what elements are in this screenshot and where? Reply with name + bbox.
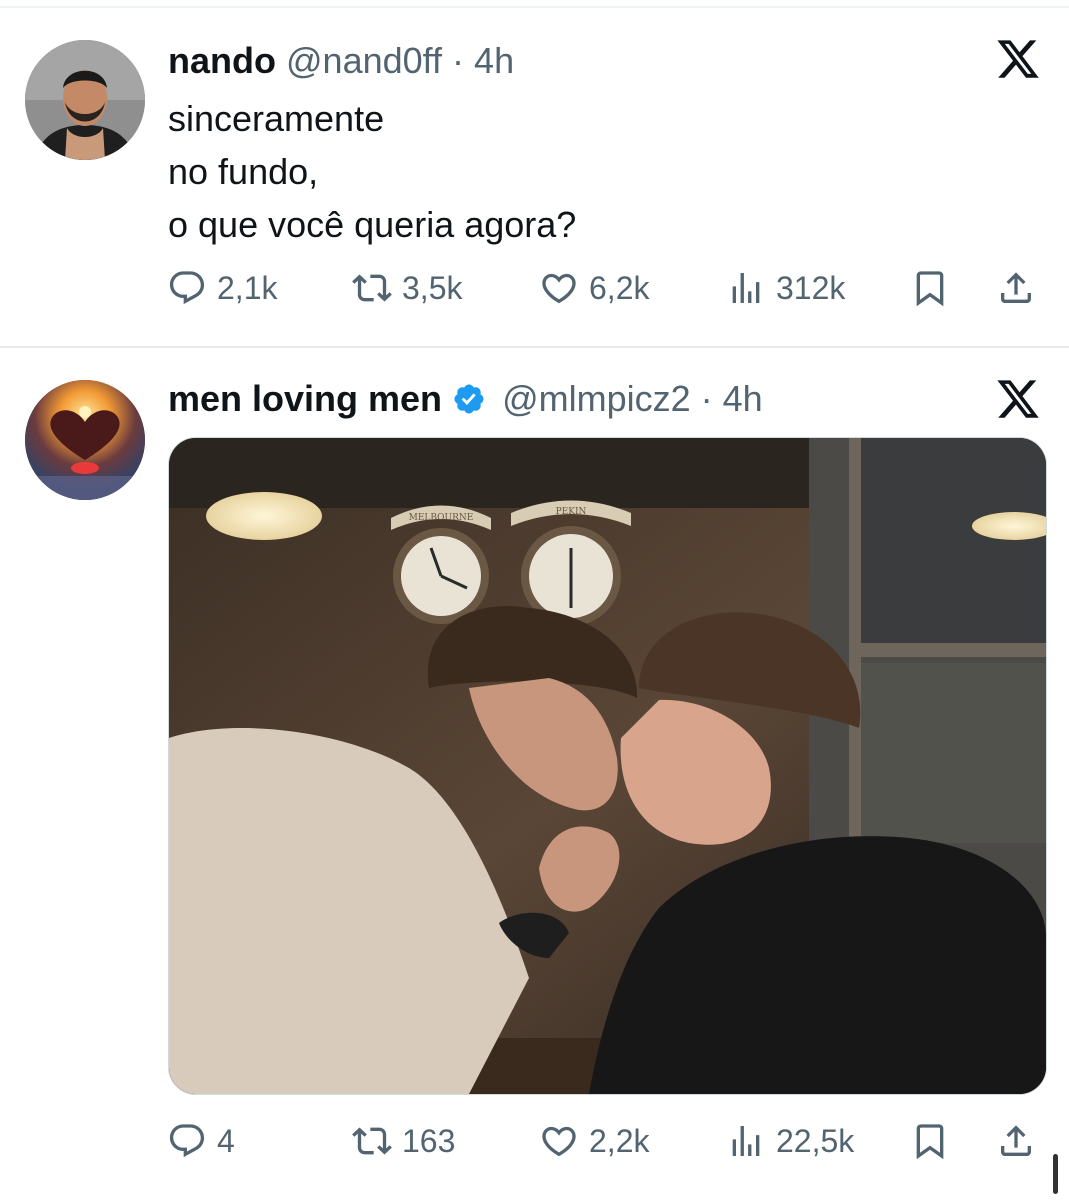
reply-icon (169, 271, 205, 305)
tweet-men-loving-men[interactable]: men loving men @mlmpicz2 · 4h MELBOURNE … (0, 348, 1069, 1200)
bookmark-icon (916, 1124, 944, 1160)
like-button[interactable]: 2,2k (539, 1116, 649, 1166)
scrollbar[interactable] (1053, 1154, 1058, 1194)
tweet-text-line: no fundo, (168, 151, 319, 192)
avatar[interactable] (25, 380, 145, 500)
share-icon (1001, 272, 1031, 303)
action-bar: 2,1k 3,5k 6,2k 312k (0, 263, 1069, 313)
reply-button[interactable]: 4 (167, 1116, 235, 1166)
share-button[interactable] (996, 263, 1036, 313)
tweet-media-photo[interactable]: MELBOURNE PEKIN (168, 437, 1047, 1095)
reply-icon (169, 1124, 205, 1158)
bookmark-button[interactable] (910, 263, 950, 313)
retweet-icon (352, 1127, 392, 1155)
share-icon (1001, 1125, 1031, 1156)
avatar[interactable] (25, 40, 145, 160)
retweet-count: 163 (402, 1122, 456, 1159)
bookmark-icon (916, 271, 944, 307)
views-icon (732, 273, 760, 303)
meta-separator: · (700, 378, 713, 419)
views-button[interactable]: 312k (726, 263, 845, 313)
share-button[interactable] (996, 1116, 1036, 1166)
author-handle[interactable]: @nand0ff (286, 40, 442, 81)
author-name[interactable]: men loving men (168, 378, 442, 419)
views-count: 22,5k (776, 1122, 855, 1159)
reply-button[interactable]: 2,1k (167, 263, 277, 313)
reply-count: 2,1k (217, 269, 278, 306)
photo-icon: MELBOURNE PEKIN (169, 438, 1046, 1094)
tweet-time[interactable]: 4h (723, 378, 763, 419)
clock-label: MELBOURNE (409, 513, 474, 523)
x-logo-icon (995, 36, 1041, 82)
heart-icon (542, 273, 576, 304)
reply-count: 4 (217, 1122, 235, 1159)
tweet-header: nando @nand0ff · 4h (168, 40, 514, 82)
x-logo-icon (995, 376, 1041, 422)
bookmark-button[interactable] (910, 1116, 950, 1166)
verified-badge-icon (452, 382, 486, 416)
author-handle[interactable]: @mlmpicz2 (502, 378, 691, 419)
tweet-text-line: o que você queria agora? (168, 204, 577, 245)
meta-separator: · (452, 40, 465, 81)
tweet-time[interactable]: 4h (474, 40, 514, 81)
retweet-icon (352, 274, 392, 302)
clock-label: PEKIN (556, 507, 587, 517)
like-count: 2,2k (589, 1122, 650, 1159)
tweet-header: men loving men @mlmpicz2 · 4h (168, 378, 763, 420)
retweet-button[interactable]: 3,5k (352, 263, 462, 313)
like-button[interactable]: 6,2k (539, 263, 649, 313)
views-icon (732, 1126, 760, 1156)
action-bar: 4 163 2,2k 22,5k (0, 1116, 1069, 1166)
tweet-nando[interactable]: nando @nand0ff · 4h sinceramente no fund… (0, 0, 1069, 346)
tweet-text-line: sinceramente (168, 98, 385, 139)
views-button[interactable]: 22,5k (726, 1116, 854, 1166)
heart-icon (542, 1126, 576, 1157)
views-count: 312k (776, 269, 846, 306)
retweet-button[interactable]: 163 (352, 1116, 455, 1166)
retweet-count: 3,5k (402, 269, 463, 306)
like-count: 6,2k (589, 269, 650, 306)
author-name[interactable]: nando (168, 40, 276, 81)
tweet-text: sinceramente no fundo, o que você queria… (168, 92, 576, 251)
